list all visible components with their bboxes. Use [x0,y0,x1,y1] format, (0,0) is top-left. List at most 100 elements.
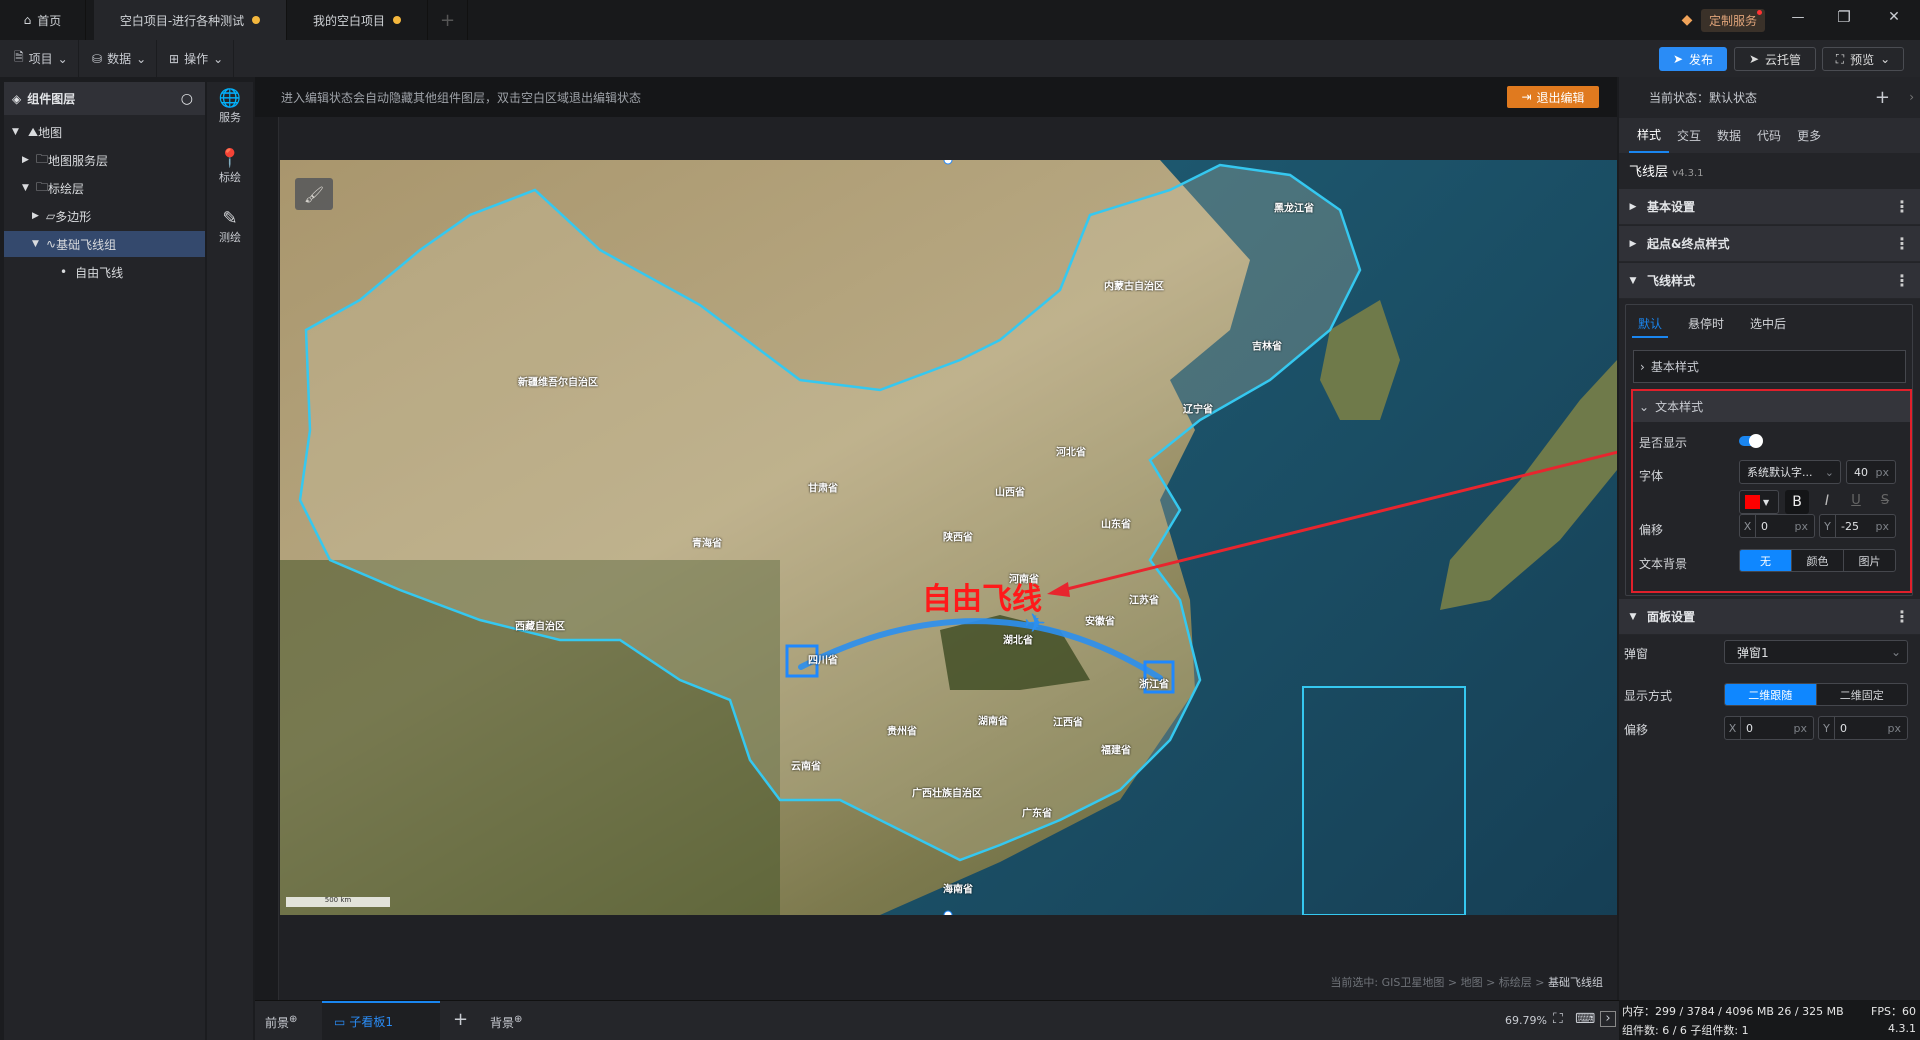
layer-item-flyline-group[interactable]: ▼ ∿ 基础飞线组 [4,231,205,257]
popup-select[interactable]: 弹窗1 ⌄ [1724,640,1908,664]
province-label: 陕西省 [943,532,973,544]
database-icon: ⛁ [92,51,103,66]
color-picker[interactable]: ▼ [1739,490,1779,514]
state-value[interactable]: 默认状态 [1709,89,1757,106]
section-flyline-style[interactable]: ▼ 飞线样式 ⋮ [1619,263,1920,299]
popup-value: 弹窗1 [1737,645,1769,660]
component-title: 飞线层 [1629,165,1669,180]
layer-item-free-flyline[interactable]: • 自由飞线 [4,259,205,285]
bg-option-none[interactable]: 无 [1740,550,1792,571]
section-panel-settings[interactable]: ▼ 面板设置 ⋮ [1619,599,1920,635]
province-label: 江苏省 [1129,595,1159,607]
offset-y-input[interactable]: Y -25 px [1819,514,1896,538]
more-icon[interactable]: ⋮ [1894,197,1910,216]
text-bg-segmented: 无 颜色 图片 [1739,549,1896,572]
style-state-tab[interactable]: 默认 [1632,311,1669,338]
font-select[interactable]: 系统默认字... ⌄ [1739,460,1841,484]
add-tab-button[interactable]: + [428,0,468,40]
add-circle-icon[interactable]: ⊕ [289,1014,297,1025]
underline-button[interactable]: U [1844,493,1868,508]
chevron-right-icon[interactable]: › [1909,90,1914,104]
send-icon: ➤ [1748,52,1760,66]
province-label: 西藏自治区 [515,621,565,633]
layer-item-map-service[interactable]: ▶ 🗀 地图服务层 [4,147,205,173]
layer-item-polygon[interactable]: ▶ ▱ 多边形 [4,203,205,229]
menu-operate[interactable]: ⊞ 操作 ⌄ [159,40,235,77]
basic-style-label: 基本样式 [1650,360,1699,374]
vertical-ruler [255,117,279,1000]
offset-x-value: 0 [1761,519,1768,533]
bold-button[interactable]: B [1785,490,1809,514]
bg-option-image[interactable]: 图片 [1844,550,1895,571]
style-state-tab[interactable]: 选中后 [1744,311,1792,338]
strikethrough-button[interactable]: S [1873,493,1897,508]
tool-measure[interactable]: ✎ 测绘 [207,208,253,245]
brush-button[interactable]: 🖌 [295,178,333,210]
property-tab[interactable]: 代码 [1749,118,1789,153]
custom-service-button[interactable]: ◆ 定制服务 [1673,8,1768,32]
close-button[interactable]: ✕ [1876,9,1912,25]
more-icon[interactable]: ⋮ [1894,234,1910,253]
tab-home[interactable]: ⌂ 首页 [0,0,86,40]
offset-x-input[interactable]: X 0 px [1739,514,1815,538]
bullet-icon: • [60,265,68,279]
preview-button[interactable]: ⛶ 预览 ⌄ [1822,47,1904,71]
search-icon[interactable]: ○ [181,91,193,107]
publish-label: 发布 [1689,52,1714,67]
minimize-button[interactable]: — [1780,10,1816,25]
tool-plot[interactable]: 📍 标绘 [207,148,253,185]
popup-label: 弹窗 [1624,647,1649,661]
menu-project[interactable]: 🗎 项目 ⌄ [4,40,79,77]
font-size-input[interactable]: 40 px [1846,460,1896,484]
basic-style-collapse[interactable]: › 基本样式 [1633,350,1906,383]
more-icon[interactable]: ⋮ [1894,607,1910,626]
province-label: 湖北省 [1003,635,1033,647]
globe-icon: 🌐 [218,88,242,109]
layers-panel: ◈ 组件图层 ○ ▼ ⛰ 地图 ▶ 🗀 地图服务层 ▼ 🗀 标绘层 ▶ ▱ 多边形 ▼ ∿ 基础飞线组 … [4,82,205,1040]
terminal-icon[interactable]: › [1600,1011,1616,1027]
tab-my-project[interactable]: 我的空白项目 [287,0,428,40]
section-basic-settings[interactable]: ▶ 基本设置 ⋮ [1619,189,1920,225]
more-icon[interactable]: ⋮ [1894,271,1910,290]
add-circle-icon[interactable]: ⊕ [514,1014,522,1025]
property-tab[interactable]: 数据 [1709,118,1749,153]
mode-2d-follow[interactable]: 二维跟随 [1725,684,1817,705]
layer-item-map[interactable]: ▼ ⛰ 地图 [4,119,205,145]
add-state-button[interactable]: + [1875,87,1890,108]
province-label: 湖南省 [978,716,1008,728]
bg-option-color[interactable]: 颜色 [1792,550,1844,571]
board-tab-active[interactable]: ▭ 子看板1 [322,1001,440,1040]
publish-button[interactable]: ➤ 发布 [1659,47,1727,71]
tab-project-test[interactable]: 空白项目-进行各种测试 [94,0,287,40]
section-title: 飞线样式 [1647,274,1696,288]
keyboard-icon[interactable]: ⌨ [1575,1011,1595,1027]
preview-label: 预览 [1850,52,1875,67]
menu-data[interactable]: ⛁ 数据 ⌄ [82,40,158,77]
exit-edit-button[interactable]: ⇥ 退出编辑 [1507,86,1599,108]
italic-button[interactable]: I [1815,493,1839,509]
text-style-title: 文本样式 [1655,400,1704,414]
mode-2d-fixed[interactable]: 二维固定 [1817,684,1908,705]
section-endpoint-style[interactable]: ▶ 起点&终点样式 ⋮ [1619,226,1920,262]
layer-item-plot[interactable]: ▼ 🗀 标绘层 [4,175,205,201]
foreground-tab[interactable]: 前景⊕ [265,1014,297,1031]
style-state-tab[interactable]: 悬停时 [1682,311,1730,338]
text-style-header[interactable]: ⌄ 文本样式 [1633,391,1910,422]
fit-screen-icon[interactable]: ⛶ [1553,1011,1563,1027]
tab-label: 我的空白项目 [312,13,385,28]
property-tab[interactable]: 样式 [1629,118,1670,153]
panel-offset-x-input[interactable]: X 0 px [1724,716,1814,740]
app-version: 4.3.1 [1888,1022,1916,1035]
restore-button[interactable]: ❐ [1826,8,1862,26]
panel-offset-y-input[interactable]: Y 0 px [1818,716,1908,740]
tool-service[interactable]: 🌐 服务 [207,88,253,125]
add-board-button[interactable]: + [453,1009,468,1030]
property-tab[interactable]: 更多 [1789,118,1829,153]
resize-handle-bottom[interactable] [943,910,953,915]
resize-handle-top[interactable] [943,160,953,165]
property-tab[interactable]: 交互 [1669,118,1709,153]
background-tab[interactable]: 背景⊕ [490,1014,522,1031]
cloud-host-button[interactable]: ➤ 云托管 [1734,47,1816,71]
show-toggle[interactable] [1739,434,1763,448]
flyline-icon: ∿ [46,237,57,251]
